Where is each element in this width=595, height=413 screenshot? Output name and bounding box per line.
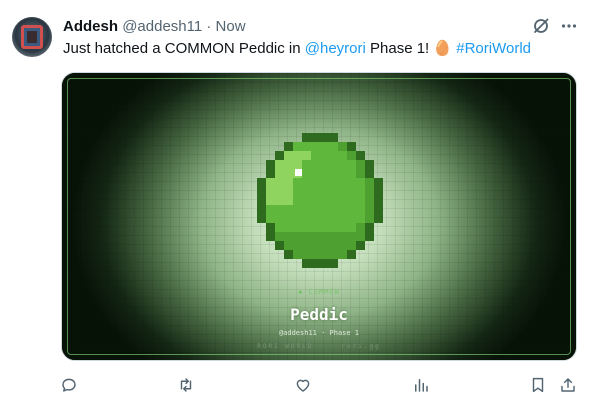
share-button[interactable] (557, 374, 579, 396)
more-button[interactable] (559, 16, 579, 36)
share-icon (561, 378, 575, 392)
text-after: Phase 1! (365, 40, 434, 57)
reply-button[interactable] (58, 374, 80, 396)
repost-button[interactable] (175, 374, 197, 396)
repost-icon (180, 378, 192, 392)
timestamp[interactable]: Now (216, 18, 246, 35)
views-icon (415, 379, 428, 392)
mention-link[interactable]: @heyrori (305, 40, 366, 57)
tweet-card[interactable]: Addesh @addesh11 · Now Just hatched a CO… (0, 0, 595, 413)
rarity-label: ◆ COMMON (298, 288, 340, 296)
egg-emoji: 🥚 (433, 40, 453, 57)
creature-name: Peddic (290, 305, 348, 324)
tweet-text: Just hatched a COMMON Peddic in @heyrori… (63, 39, 531, 59)
author-handle[interactable]: @addesh11 (122, 18, 202, 35)
text-before: Just hatched a COMMON Peddic in (63, 40, 305, 57)
media-image[interactable]: ◆ COMMON Peddic @addesh11 · Phase 1 RORI… (61, 72, 577, 361)
separator: · (206, 18, 212, 35)
action-bar (0, 374, 595, 398)
like-button[interactable] (292, 374, 314, 396)
reply-icon (62, 378, 76, 392)
author-name[interactable]: Addesh (63, 18, 118, 35)
avatar[interactable] (12, 17, 52, 57)
bookmark-button[interactable] (527, 374, 549, 396)
views-button[interactable] (410, 374, 432, 396)
grok-icon (534, 18, 549, 33)
tweet-header: Addesh @addesh11 · Now (63, 17, 246, 37)
hashtag-link[interactable]: #RoriWorld (456, 40, 531, 57)
like-icon (296, 379, 310, 392)
avatar-image (21, 25, 43, 49)
grok-button[interactable] (531, 16, 551, 36)
more-icon (561, 24, 577, 28)
brand-line: RORI WORLD · · rori.gg (257, 343, 381, 350)
owner-line: @addesh11 · Phase 1 (278, 329, 360, 337)
bookmark-icon (532, 377, 544, 393)
